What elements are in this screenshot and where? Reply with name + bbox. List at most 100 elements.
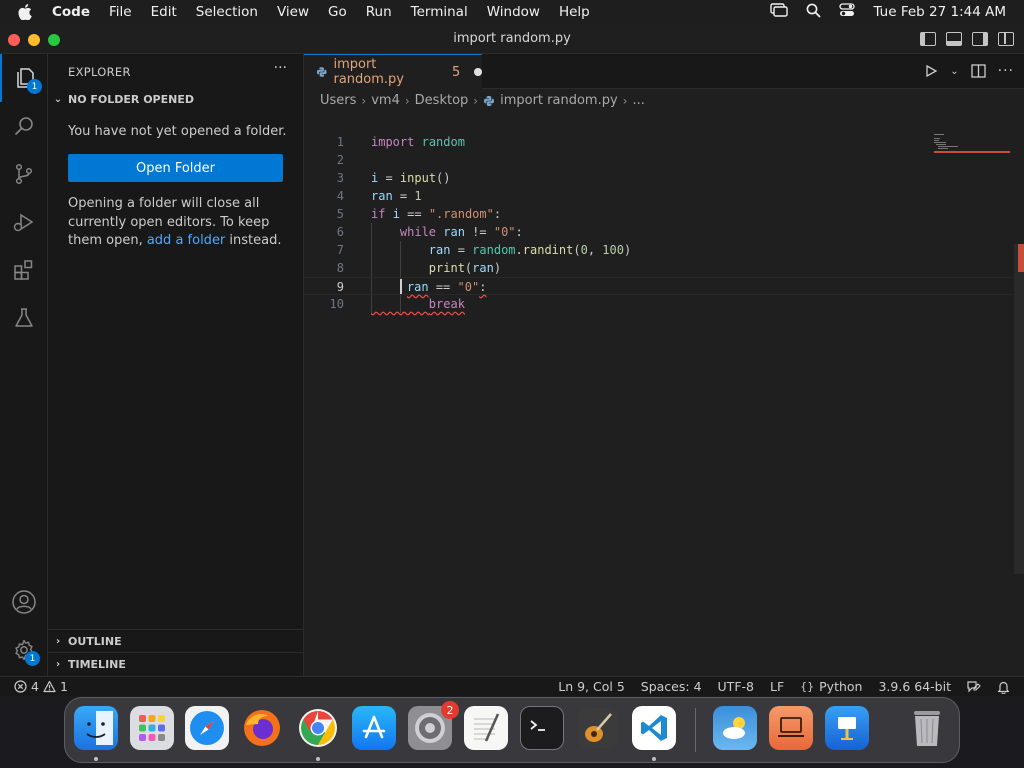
screen-mirroring-icon[interactable] [770, 3, 789, 21]
tab-label: import random.py [333, 57, 404, 87]
section-timeline[interactable]: › TIMELINE [48, 653, 304, 675]
dock-textedit[interactable] [464, 706, 508, 750]
dock-screen-sharing[interactable] [769, 706, 813, 750]
end-of-line[interactable]: LF [770, 679, 784, 694]
dock-vscode[interactable] [632, 706, 676, 750]
add-folder-link[interactable]: add a folder [147, 233, 225, 248]
customize-layout-icon[interactable] [998, 32, 1014, 46]
scrollbar-error-marker [1018, 244, 1024, 272]
activity-explorer[interactable]: 1 [0, 54, 48, 102]
indentation-setting[interactable]: Spaces: 4 [641, 679, 702, 694]
breadcrumb-vm4[interactable]: vm4 [371, 93, 400, 108]
source-control-icon [15, 163, 33, 185]
minimap[interactable] [934, 132, 1010, 162]
code-line: 4 ran = 1 [304, 187, 1024, 205]
toggle-panel-icon[interactable] [946, 32, 962, 46]
breadcrumb-desktop[interactable]: Desktop [415, 93, 469, 108]
line-number: 10 [329, 297, 344, 311]
editor-more-actions-icon[interactable]: ··· [998, 63, 1014, 79]
bell-icon[interactable] [997, 680, 1010, 694]
line-number: 5 [336, 207, 344, 221]
problems-status[interactable]: 4 1 [14, 679, 68, 694]
toggle-secondary-sidebar-icon[interactable] [972, 32, 988, 46]
apple-menu-icon[interactable] [18, 4, 38, 20]
chrome-icon [299, 709, 337, 747]
activity-run-debug[interactable] [0, 198, 48, 246]
activity-extensions[interactable] [0, 246, 48, 294]
run-dropdown-chevron-icon[interactable]: ⌄ [950, 66, 958, 77]
tab-import-random-py[interactable]: import random.py 5 [304, 54, 482, 89]
menu-window[interactable]: Window [487, 4, 540, 20]
dock-safari[interactable] [185, 706, 229, 750]
activity-bar: 1 1 [0, 54, 48, 676]
toggle-primary-sidebar-icon[interactable] [920, 32, 936, 46]
run-python-file-icon[interactable] [924, 64, 938, 78]
menu-edit[interactable]: Edit [151, 4, 177, 20]
dock-chrome[interactable] [296, 706, 340, 750]
breadcrumb-separator-icon: › [622, 93, 628, 108]
cursor-position[interactable]: Ln 9, Col 5 [558, 679, 625, 694]
dock-garageband[interactable] [576, 706, 620, 750]
breadcrumb-users[interactable]: Users [320, 93, 356, 108]
file-encoding[interactable]: UTF-8 [718, 679, 754, 694]
dock-finder[interactable] [74, 706, 118, 750]
terminal-icon [530, 720, 545, 731]
editor-scrollbar[interactable] [1014, 244, 1024, 574]
menu-app-code[interactable]: Code [52, 4, 90, 20]
python-interpreter[interactable]: 3.9.6 64-bit [878, 679, 951, 694]
feedback-icon[interactable] [967, 680, 981, 693]
activity-testing[interactable] [0, 294, 48, 342]
menu-selection[interactable]: Selection [196, 4, 258, 20]
more-actions-icon[interactable]: ··· [274, 60, 287, 76]
line-number: 7 [336, 243, 344, 257]
tab-problem-count: 5 [452, 64, 461, 80]
code-editor[interactable]: 1 import random 2 3 i = input() 4 ran = 1 5… [304, 133, 1024, 313]
menu-help[interactable]: Help [559, 4, 590, 20]
dock-keynote[interactable] [825, 706, 869, 750]
dock-app-store[interactable] [352, 706, 396, 750]
language-mode[interactable]: {} Python [800, 679, 862, 694]
activity-search[interactable] [0, 102, 48, 150]
dock-trash[interactable] [905, 706, 949, 750]
menu-file[interactable]: File [109, 4, 132, 20]
dock-running-indicator [94, 757, 98, 761]
breadcrumb-file[interactable]: import random.py [500, 93, 618, 108]
dock-firefox[interactable] [240, 706, 284, 750]
dock-launchpad[interactable] [130, 706, 174, 750]
search-icon [14, 117, 33, 136]
control-center-icon[interactable] [839, 3, 856, 21]
line-number: 1 [336, 135, 344, 149]
activity-manage[interactable]: 1 [0, 626, 48, 674]
activity-source-control[interactable] [0, 150, 48, 198]
menu-go[interactable]: Go [328, 4, 347, 20]
line-number: 9 [336, 280, 344, 294]
breadcrumb-separator-icon: › [473, 93, 479, 108]
code-text: ran = 1 [371, 189, 422, 203]
section-outline[interactable]: › OUTLINE [48, 630, 304, 652]
code-line: 3 i = input() [304, 169, 1024, 187]
launchpad-grid-icon [139, 715, 165, 741]
dock-terminal[interactable] [520, 706, 564, 750]
breadcrumb-symbols[interactable]: ... [632, 93, 644, 108]
menu-run[interactable]: Run [366, 4, 392, 20]
menu-terminal[interactable]: Terminal [411, 4, 468, 20]
split-editor-icon[interactable] [970, 64, 986, 78]
firefox-icon [244, 710, 280, 746]
code-line: 6 while ran != "0": [304, 223, 1024, 241]
open-folder-button[interactable]: Open Folder [68, 154, 283, 182]
code-line: 8 print(ran) [304, 259, 1024, 277]
error-icon [14, 680, 27, 693]
section-no-folder[interactable]: ⌄ NO FOLDER OPENED [48, 88, 304, 110]
open-folder-info: Opening a folder will close all currentl… [68, 195, 290, 251]
dock-weather[interactable] [713, 706, 757, 750]
line-number: 6 [336, 225, 344, 239]
activity-accounts[interactable] [0, 578, 48, 626]
textedit-icon [474, 713, 500, 742]
account-icon [12, 590, 36, 614]
spotlight-search-icon[interactable] [806, 3, 822, 22]
unsaved-dot-icon[interactable] [474, 68, 482, 76]
menu-view[interactable]: View [277, 4, 309, 20]
dock: 2 [64, 697, 960, 763]
language-label: Python [819, 679, 863, 694]
menubar-clock[interactable]: Tue Feb 27 1:44 AM [873, 4, 1006, 20]
